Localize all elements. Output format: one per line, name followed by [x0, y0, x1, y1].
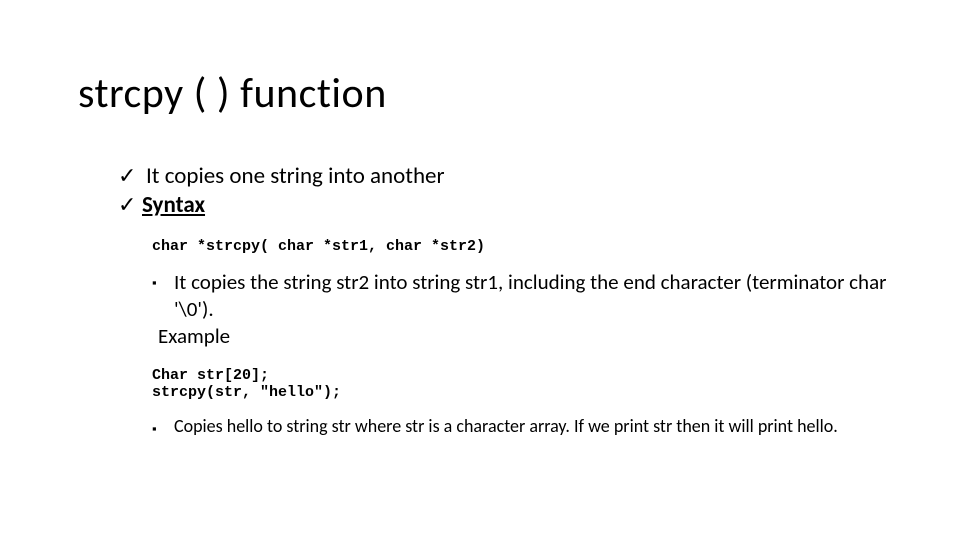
- slide-content: ✓ It copies one string into another ✓ Sy…: [118, 162, 898, 438]
- check-icon: ✓: [118, 162, 140, 190]
- sub-block-1: ▪ It copies the string str2 into string …: [152, 269, 898, 350]
- example-code: Char str[20]; strcpy(str, "hello");: [152, 367, 898, 401]
- bullet-item-2: ✓ Syntax: [118, 191, 898, 220]
- syntax-code: char *strcpy( char *str1, char *str2): [152, 238, 898, 255]
- bullet-item-1: ✓ It copies one string into another: [118, 162, 898, 191]
- sub-bullet-2-text: Copies hello to string str where str is …: [174, 415, 898, 438]
- bullet-2-text: Syntax: [142, 191, 205, 220]
- square-icon: ▪: [152, 275, 166, 292]
- sub-block-2: ▪ Copies hello to string str where str i…: [152, 415, 898, 438]
- example-label: Example: [158, 323, 898, 349]
- square-icon: ▪: [152, 421, 166, 438]
- sub-bullet-2: ▪ Copies hello to string str where str i…: [152, 415, 898, 438]
- slide: strcpy ( ) function ✓ It copies one stri…: [0, 0, 960, 540]
- slide-title: strcpy ( ) function: [78, 68, 387, 119]
- sub-bullet-1-text: It copies the string str2 into string st…: [174, 269, 898, 324]
- sub-bullet-1: ▪ It copies the string str2 into string …: [152, 269, 898, 324]
- check-icon: ✓: [118, 191, 140, 219]
- bullet-1-text: It copies one string into another: [146, 162, 445, 191]
